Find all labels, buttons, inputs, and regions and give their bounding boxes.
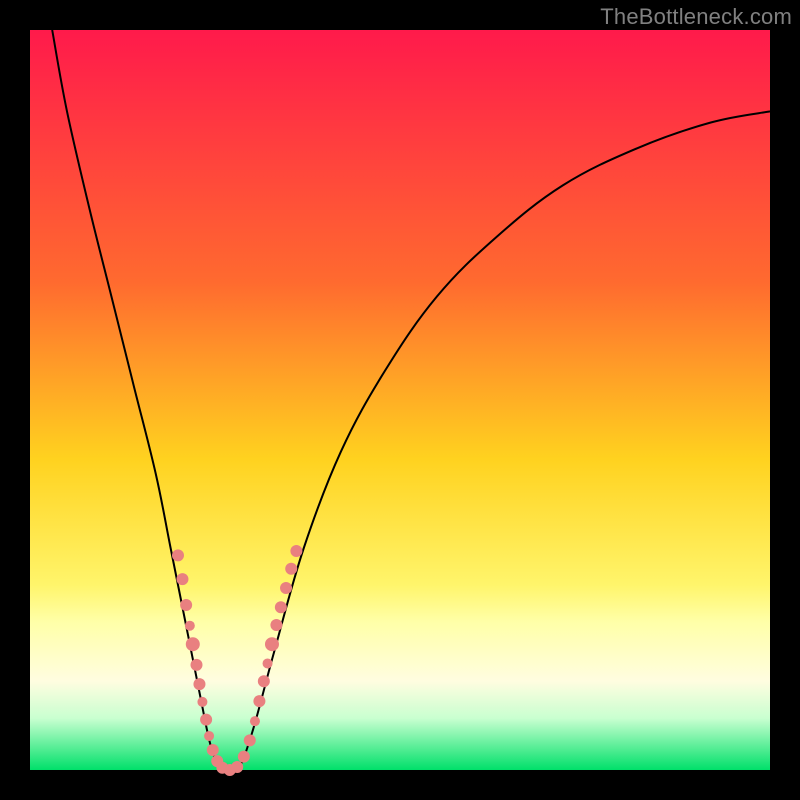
- marker-point: [265, 637, 279, 651]
- marker-point: [193, 678, 205, 690]
- marker-point: [172, 549, 184, 561]
- marker-point: [285, 563, 297, 575]
- marker-point: [275, 601, 287, 613]
- marker-point: [180, 599, 192, 611]
- marker-point: [197, 697, 207, 707]
- marker-point: [176, 573, 188, 585]
- bottleneck-curve: [52, 30, 770, 774]
- curve-layer: [30, 30, 770, 770]
- marker-point: [238, 751, 250, 763]
- marker-point: [280, 582, 292, 594]
- marker-point: [200, 714, 212, 726]
- marker-point: [186, 637, 200, 651]
- marker-point: [258, 675, 270, 687]
- chart-frame: TheBottleneck.com: [0, 0, 800, 800]
- marker-point: [204, 731, 214, 741]
- marker-point: [290, 545, 302, 557]
- marker-point: [231, 761, 243, 773]
- marker-point: [253, 695, 265, 707]
- watermark-text: TheBottleneck.com: [600, 4, 792, 30]
- marker-point: [250, 716, 260, 726]
- plot-area: [30, 30, 770, 770]
- marker-point: [207, 744, 219, 756]
- marker-point: [263, 658, 273, 668]
- marker-point: [270, 619, 282, 631]
- marker-point: [185, 621, 195, 631]
- marker-point: [191, 659, 203, 671]
- marker-point: [244, 734, 256, 746]
- marker-group: [172, 545, 302, 776]
